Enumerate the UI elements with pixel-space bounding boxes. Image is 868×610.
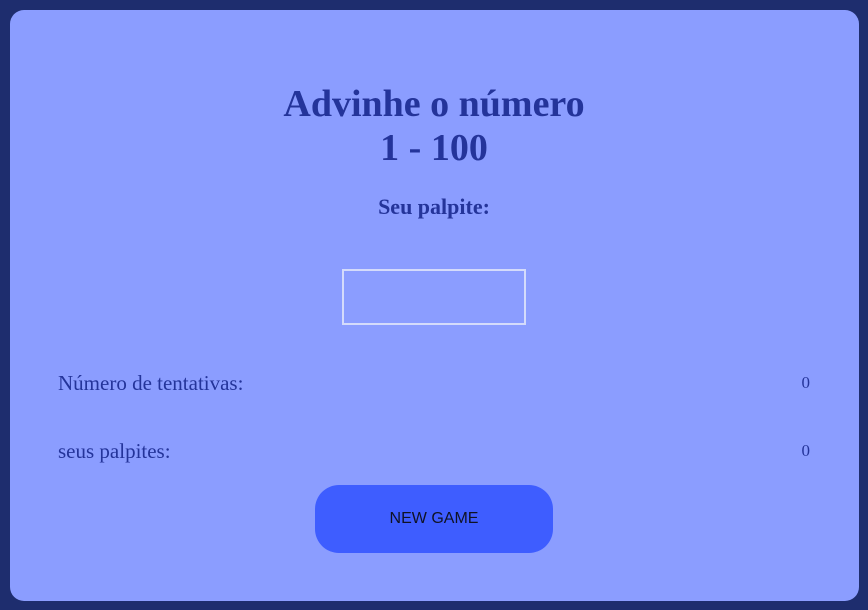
new-game-button[interactable]: NEW GAME: [315, 485, 553, 553]
page-title: Advinhe o número 1 - 100: [0, 82, 868, 170]
guesses-row: seus palpites: 0: [58, 437, 810, 465]
guesses-label: seus palpites:: [58, 439, 171, 463]
guess-input[interactable]: [342, 269, 526, 325]
guess-prompt: Seu palpite:: [378, 194, 490, 219]
attempts-count: 0: [801, 373, 811, 392]
guesses-list: 0: [801, 441, 811, 460]
title-text: Advinhe o número: [283, 83, 585, 125]
attempts-label: Número de tentativas:: [58, 371, 244, 395]
title-range: 1 - 100: [380, 127, 488, 169]
attempts-row: Número de tentativas: 0: [58, 369, 810, 397]
